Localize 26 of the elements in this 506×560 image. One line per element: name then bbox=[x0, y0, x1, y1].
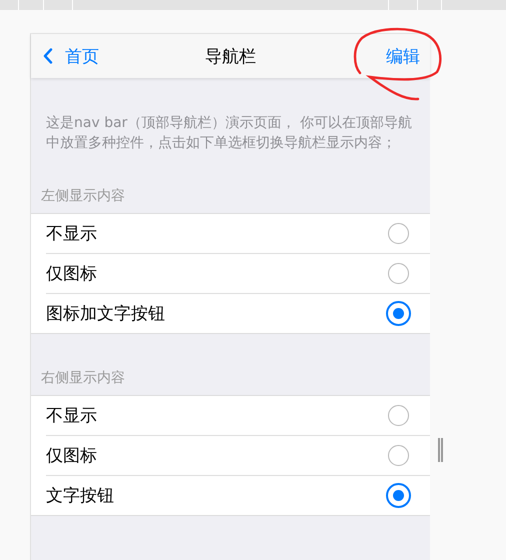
option-label: 不显示 bbox=[46, 223, 97, 245]
description-text: 这是nav bar（顶部导航栏）演示页面， 你可以在顶部导航中放置多种控件，点击如下单选框切换导航栏显示内容； bbox=[45, 114, 413, 153]
back-button[interactable]: 首页 bbox=[31, 44, 99, 68]
option-row[interactable]: 图标加文字按钮 bbox=[46, 293, 430, 333]
option-label: 图标加文字按钮 bbox=[46, 303, 165, 325]
option-label: 文字按钮 bbox=[46, 485, 114, 507]
radio-button[interactable] bbox=[386, 301, 411, 326]
edit-button[interactable]: 编辑 bbox=[386, 44, 430, 68]
option-row[interactable]: 文字按钮 bbox=[46, 475, 430, 515]
section-header: 右侧显示内容 bbox=[40, 369, 126, 388]
radio-button[interactable] bbox=[388, 445, 409, 466]
radio-button[interactable] bbox=[388, 263, 409, 284]
option-label: 不显示 bbox=[46, 405, 97, 427]
option-row[interactable]: 仅图标 bbox=[46, 435, 430, 475]
chevron-left-icon bbox=[43, 48, 53, 64]
option-label: 仅图标 bbox=[46, 263, 97, 285]
section-header: 左侧显示内容 bbox=[40, 187, 126, 206]
option-row[interactable]: 不显示 bbox=[46, 214, 430, 253]
option-label: 仅图标 bbox=[46, 445, 97, 467]
option-row[interactable]: 不显示 bbox=[46, 396, 430, 435]
option-row[interactable]: 仅图标 bbox=[46, 253, 430, 293]
radio-button[interactable] bbox=[388, 223, 409, 244]
radio-button[interactable] bbox=[386, 483, 411, 508]
radio-button[interactable] bbox=[388, 405, 409, 426]
nav-title: 导航栏 bbox=[205, 46, 256, 68]
resize-handle[interactable] bbox=[438, 438, 442, 462]
